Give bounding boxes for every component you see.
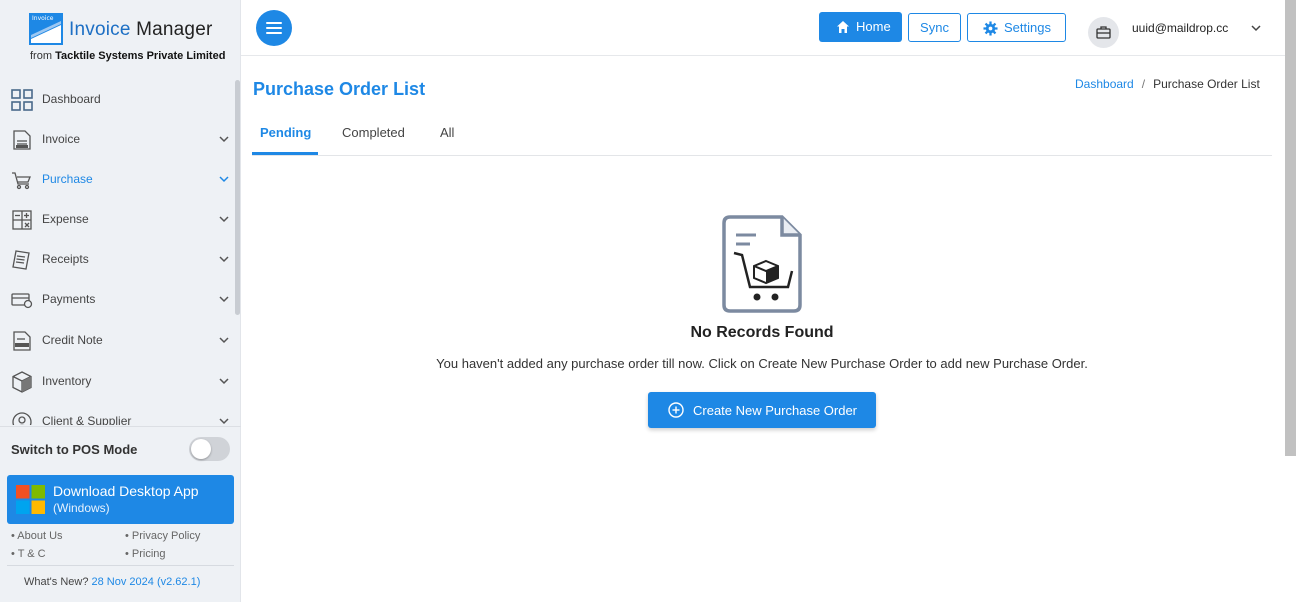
whats-new[interactable]: What's New? 28 Nov 2024 (v2.62.1) bbox=[24, 576, 200, 588]
sidebar-item-label: Inventory bbox=[42, 374, 92, 388]
about-us-link[interactable]: • About Us bbox=[11, 530, 63, 542]
breadcrumb-current: Purchase Order List bbox=[1153, 77, 1260, 91]
tab-completed[interactable]: Completed bbox=[342, 125, 405, 140]
download-subtitle: (Windows) bbox=[53, 501, 110, 515]
sidebar: Invoice Invoice Manager from Tacktile Sy… bbox=[0, 0, 241, 602]
sidebar-item-receipts[interactable]: Receipts bbox=[0, 240, 236, 280]
download-title: Download Desktop App bbox=[53, 483, 199, 499]
app-name: Invoice Manager bbox=[69, 19, 213, 40]
user-email[interactable]: uuid@maildrop.cc bbox=[1132, 21, 1228, 35]
payment-card-icon bbox=[11, 293, 33, 309]
invoice-manager-logo-icon: Invoice bbox=[29, 13, 63, 45]
chevron-down-icon bbox=[219, 176, 229, 183]
settings-button[interactable]: Settings bbox=[967, 13, 1066, 42]
tab-all[interactable]: All bbox=[440, 125, 454, 140]
page-scrollbar[interactable] bbox=[1285, 0, 1296, 456]
chevron-down-icon bbox=[219, 256, 229, 263]
credit-note-icon bbox=[13, 331, 31, 351]
empty-state-title: No Records Found bbox=[690, 324, 834, 341]
tabs-bar: Pending Completed All bbox=[252, 115, 1272, 156]
sidebar-item-invoice[interactable]: Invoice bbox=[0, 120, 236, 160]
chevron-down-icon bbox=[219, 216, 229, 223]
sidebar-item-credit-note[interactable]: Credit Note bbox=[0, 321, 236, 361]
top-bar: Home Sync Settings uuid@maildrop.cc bbox=[241, 0, 1296, 56]
privacy-policy-link[interactable]: • Privacy Policy bbox=[125, 530, 200, 542]
sidebar-item-client-supplier[interactable]: Client & Supplier bbox=[0, 402, 236, 425]
empty-state-message: You haven't added any purchase order til… bbox=[436, 356, 1088, 371]
terms-link[interactable]: • T & C bbox=[11, 548, 46, 560]
invoice-icon bbox=[13, 130, 31, 150]
sidebar-item-dashboard[interactable]: Dashboard bbox=[0, 80, 236, 120]
pricing-link[interactable]: • Pricing bbox=[125, 548, 166, 560]
settings-label: Settings bbox=[1004, 20, 1051, 35]
chevron-down-icon bbox=[219, 378, 229, 385]
receipt-icon bbox=[12, 250, 30, 270]
chevron-down-icon bbox=[219, 337, 229, 344]
toggle-knob bbox=[191, 439, 211, 459]
sidebar-item-label: Invoice bbox=[42, 132, 81, 146]
sidebar-item-payments[interactable]: Payments bbox=[0, 280, 236, 320]
download-desktop-app-button[interactable]: Download Desktop App (Windows) bbox=[7, 475, 234, 524]
sidebar-item-label: Purchase bbox=[42, 172, 93, 186]
active-tab-indicator bbox=[252, 152, 318, 155]
sidebar-item-purchase[interactable]: Purchase bbox=[0, 160, 236, 200]
sidebar-item-label: Dashboard bbox=[42, 92, 101, 106]
sidebar-item-label: Client & Supplier bbox=[42, 414, 132, 425]
calculator-icon bbox=[12, 210, 32, 230]
sidebar-item-inventory[interactable]: Inventory bbox=[0, 362, 236, 402]
sidebar-item-label: Payments bbox=[42, 292, 96, 306]
chevron-down-icon[interactable] bbox=[1250, 22, 1262, 34]
empty-purchase-order-icon bbox=[722, 215, 802, 313]
app-logo[interactable]: Invoice Invoice Manager from Tacktile Sy… bbox=[0, 0, 241, 70]
cart-icon bbox=[12, 172, 31, 190]
footer-divider bbox=[7, 565, 234, 566]
home-label: Home bbox=[856, 19, 891, 34]
footer-links: • About Us • Privacy Policy • T & C • Pr… bbox=[0, 530, 241, 564]
breadcrumb: Dashboard / Purchase Order List bbox=[1075, 77, 1260, 91]
home-icon bbox=[837, 21, 849, 33]
briefcase-icon bbox=[1096, 26, 1111, 39]
sidebar-item-expense[interactable]: Expense bbox=[0, 200, 236, 240]
breadcrumb-dashboard-link[interactable]: Dashboard bbox=[1075, 77, 1134, 91]
box-icon bbox=[12, 371, 32, 393]
dashboard-grid-icon bbox=[11, 89, 33, 111]
chevron-down-icon bbox=[219, 136, 229, 143]
whats-new-version[interactable]: 28 Nov 2024 (v2.62.1) bbox=[92, 576, 201, 588]
svg-text:Invoice: Invoice bbox=[32, 15, 54, 22]
create-purchase-order-button[interactable]: Create New Purchase Order bbox=[648, 392, 876, 428]
page-title: Purchase Order List bbox=[253, 79, 426, 99]
windows-logo-icon bbox=[16, 485, 45, 514]
sidebar-item-label: Expense bbox=[42, 212, 89, 226]
pos-mode-label: Switch to POS Mode bbox=[11, 442, 138, 457]
avatar[interactable] bbox=[1088, 17, 1119, 48]
home-button[interactable]: Home bbox=[819, 12, 902, 42]
chevron-down-icon bbox=[219, 418, 229, 425]
sidebar-menu: Dashboard Invoice Purchase Expense Recei… bbox=[0, 80, 236, 425]
create-button-label: Create New Purchase Order bbox=[693, 403, 858, 418]
menu-toggle-button[interactable] bbox=[256, 10, 292, 46]
chevron-down-icon bbox=[219, 296, 229, 303]
gear-icon bbox=[983, 21, 998, 36]
pos-mode-row: Switch to POS Mode bbox=[0, 426, 241, 470]
pos-mode-toggle[interactable] bbox=[189, 437, 230, 461]
plus-circle-icon bbox=[668, 402, 684, 418]
contacts-icon bbox=[12, 412, 32, 425]
sidebar-item-label: Receipts bbox=[42, 252, 89, 266]
sidebar-scrollbar[interactable] bbox=[235, 80, 240, 315]
app-subtitle: from Tacktile Systems Private Limited bbox=[30, 50, 226, 62]
tab-pending[interactable]: Pending bbox=[260, 125, 311, 140]
sync-button[interactable]: Sync bbox=[908, 13, 961, 42]
sidebar-item-label: Credit Note bbox=[42, 333, 103, 347]
